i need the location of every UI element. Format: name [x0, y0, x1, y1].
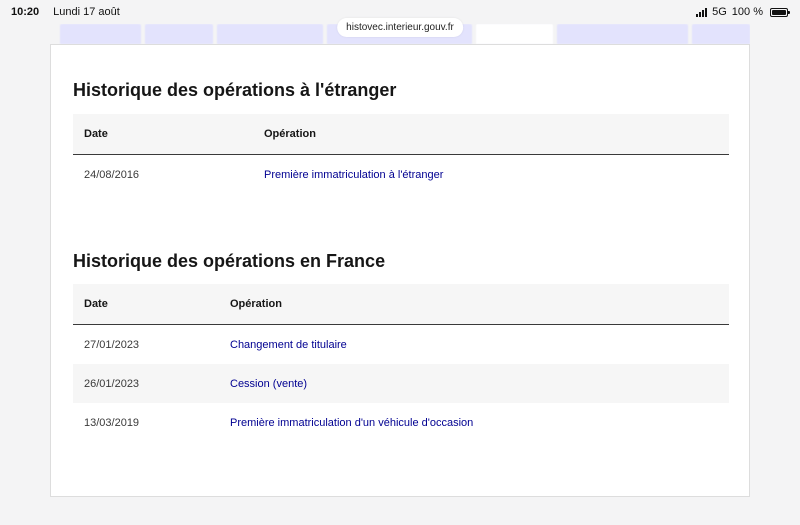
tab[interactable]	[691, 24, 750, 44]
network-label: 5G	[712, 6, 727, 18]
row-operation: Première immatriculation d'un véhicule d…	[230, 416, 474, 429]
status-right: 5G 100 %	[696, 6, 790, 18]
status-date: Lundi 17 août	[53, 6, 120, 18]
row-operation: Cession (vente)	[230, 377, 308, 390]
table-header: Date Opération	[73, 284, 729, 325]
row-date: 13/03/2019	[84, 416, 140, 429]
tab[interactable]	[60, 24, 142, 44]
status-time: 10:20	[11, 6, 40, 18]
tab-active[interactable]	[476, 24, 554, 44]
battery-icon	[770, 7, 790, 17]
battery-label: 100 %	[731, 6, 763, 18]
row-date: 27/01/2023	[84, 338, 140, 351]
table-header: Date Opération	[73, 114, 729, 155]
header-operation: Opération	[230, 298, 282, 310]
france-history-title: Historique des opérations en France	[73, 251, 386, 271]
row-operation: Changement de titulaire	[230, 338, 347, 351]
header-operation: Opération	[264, 128, 316, 140]
row-operation: Première immatriculation à l'étranger	[264, 168, 444, 181]
row-date: 26/01/2023	[84, 377, 140, 390]
url-bar[interactable]: histovec.interieur.gouv.fr	[337, 18, 463, 37]
tab[interactable]	[145, 24, 214, 44]
table-row: 24/08/2016 Première immatriculation à l'…	[73, 155, 729, 194]
table-row: 13/03/2019 Première immatriculation d'un…	[73, 403, 729, 442]
foreign-history-title: Historique des opérations à l'étranger	[73, 80, 397, 100]
table-row: 26/01/2023 Cession (vente)	[73, 364, 729, 403]
header-date: Date	[84, 128, 108, 140]
row-date: 24/08/2016	[84, 168, 140, 181]
history-card: Historique des opérations à l'étranger D…	[50, 44, 750, 497]
signal-icon	[696, 7, 708, 17]
tab[interactable]	[217, 24, 324, 44]
header-date: Date	[84, 298, 108, 310]
status-left: 10:20 Lundi 17 août	[11, 6, 120, 18]
tab[interactable]	[557, 24, 688, 44]
france-history-table: Date Opération 27/01/2023 Changement de …	[73, 284, 729, 442]
foreign-history-table: Date Opération 24/08/2016 Première immat…	[73, 114, 729, 194]
table-row: 27/01/2023 Changement de titulaire	[73, 325, 729, 364]
